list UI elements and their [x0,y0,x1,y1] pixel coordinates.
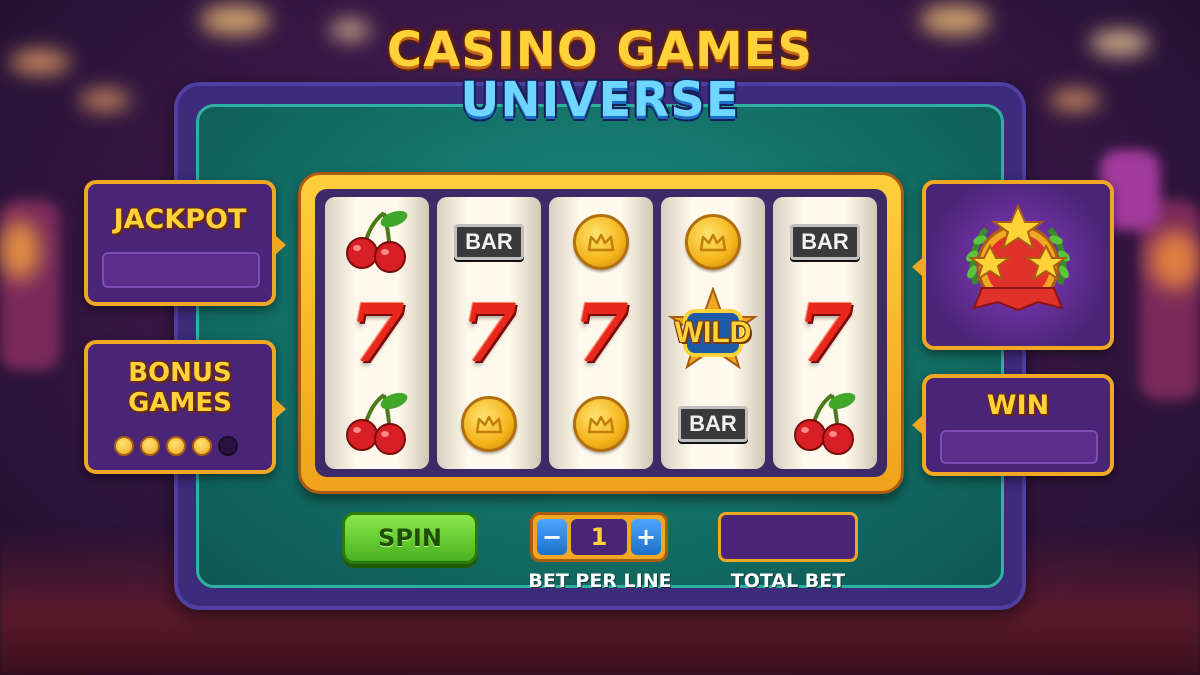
bonus-dot-filled [166,436,186,456]
reel-3: 7 [549,197,653,469]
machine-light [1150,230,1200,290]
title-line-2: UNIVERSE [460,72,740,128]
reel-cell: 7 [437,288,541,378]
win-label: WIN [986,390,1050,421]
reel-cell [325,379,429,469]
crown-coin-icon [685,214,741,271]
crown-coin-icon [573,395,629,452]
reel-cell: 7 [325,288,429,378]
bonus-progress-dots [114,436,238,456]
reels-container: 7 BAR 7 7 WILD BAR BAR 7 [315,189,887,477]
bet-per-line-label: BET PER LINE [528,570,672,592]
bet-per-line-value: 1 [571,519,627,555]
stars-trophy-icon [966,203,1070,312]
reel-cell [549,197,653,287]
reel-cell: BAR [661,379,765,469]
reel-cell: WILD [661,286,765,379]
bonus-dot-filled [114,436,134,456]
reel-1: 7 [325,197,429,469]
bonus-games-panel[interactable]: BONUS GAMES [84,340,286,474]
reel-cell [549,379,653,469]
crown-coin-icon [461,395,517,452]
reel-cell: 7 [549,288,653,378]
panel-pointer [276,400,286,418]
spin-button[interactable]: SPIN [342,512,478,564]
panel-pointer [276,236,286,254]
bar-symbol: BAR [790,224,860,261]
bet-increase-button[interactable]: + [631,519,661,555]
jackpot-panel: JACKPOT [84,180,286,306]
reel-cell [773,379,877,469]
seven-symbol: 7 [349,285,405,380]
bonus-dot-filled [140,436,160,456]
seven-symbol: 7 [797,285,853,380]
reel-4: WILD BAR [661,197,765,469]
machine-light [0,220,40,280]
bar-symbol: BAR [454,224,524,261]
cherry-icon [342,389,412,459]
wild-symbol: WILD [667,286,759,379]
game-title: CASINO GAMES UNIVERSE [0,22,1200,128]
reel-2: BAR 7 [437,197,541,469]
bar-symbol: BAR [678,405,748,442]
seven-symbol: 7 [461,285,517,380]
reel-cell [661,197,765,287]
bonus-dot-filled [192,436,212,456]
cherry-icon [790,389,860,459]
win-panel: WIN [912,374,1114,476]
wild-label: WILD [674,315,752,349]
reel-cell [325,197,429,287]
reel-cell: BAR [437,197,541,287]
bet-decrease-button[interactable]: − [537,519,567,555]
total-bet-label: TOTAL BET [730,570,846,592]
reels-frame: 7 BAR 7 7 WILD BAR BAR 7 [298,172,904,494]
bet-per-line-stepper: − 1 + [530,512,668,562]
jackpot-display [102,252,260,288]
total-bet-display [718,512,858,562]
achievement-panel [912,180,1114,350]
reel-cell [437,379,541,469]
bonus-dot-empty [218,436,238,456]
cherry-icon [342,207,412,277]
seven-symbol: 7 [573,285,629,380]
reel-cell: 7 [773,288,877,378]
reel-5: BAR 7 [773,197,877,469]
win-display [940,430,1098,464]
panel-pointer [912,416,922,434]
jackpot-label: JACKPOT [113,204,247,235]
title-line-1: CASINO GAMES [386,22,814,78]
panel-pointer [912,258,922,276]
reel-cell: BAR [773,197,877,287]
crown-coin-icon [573,214,629,271]
bonus-label-line-2: GAMES [128,388,232,418]
bonus-label-line-1: BONUS [128,358,232,388]
